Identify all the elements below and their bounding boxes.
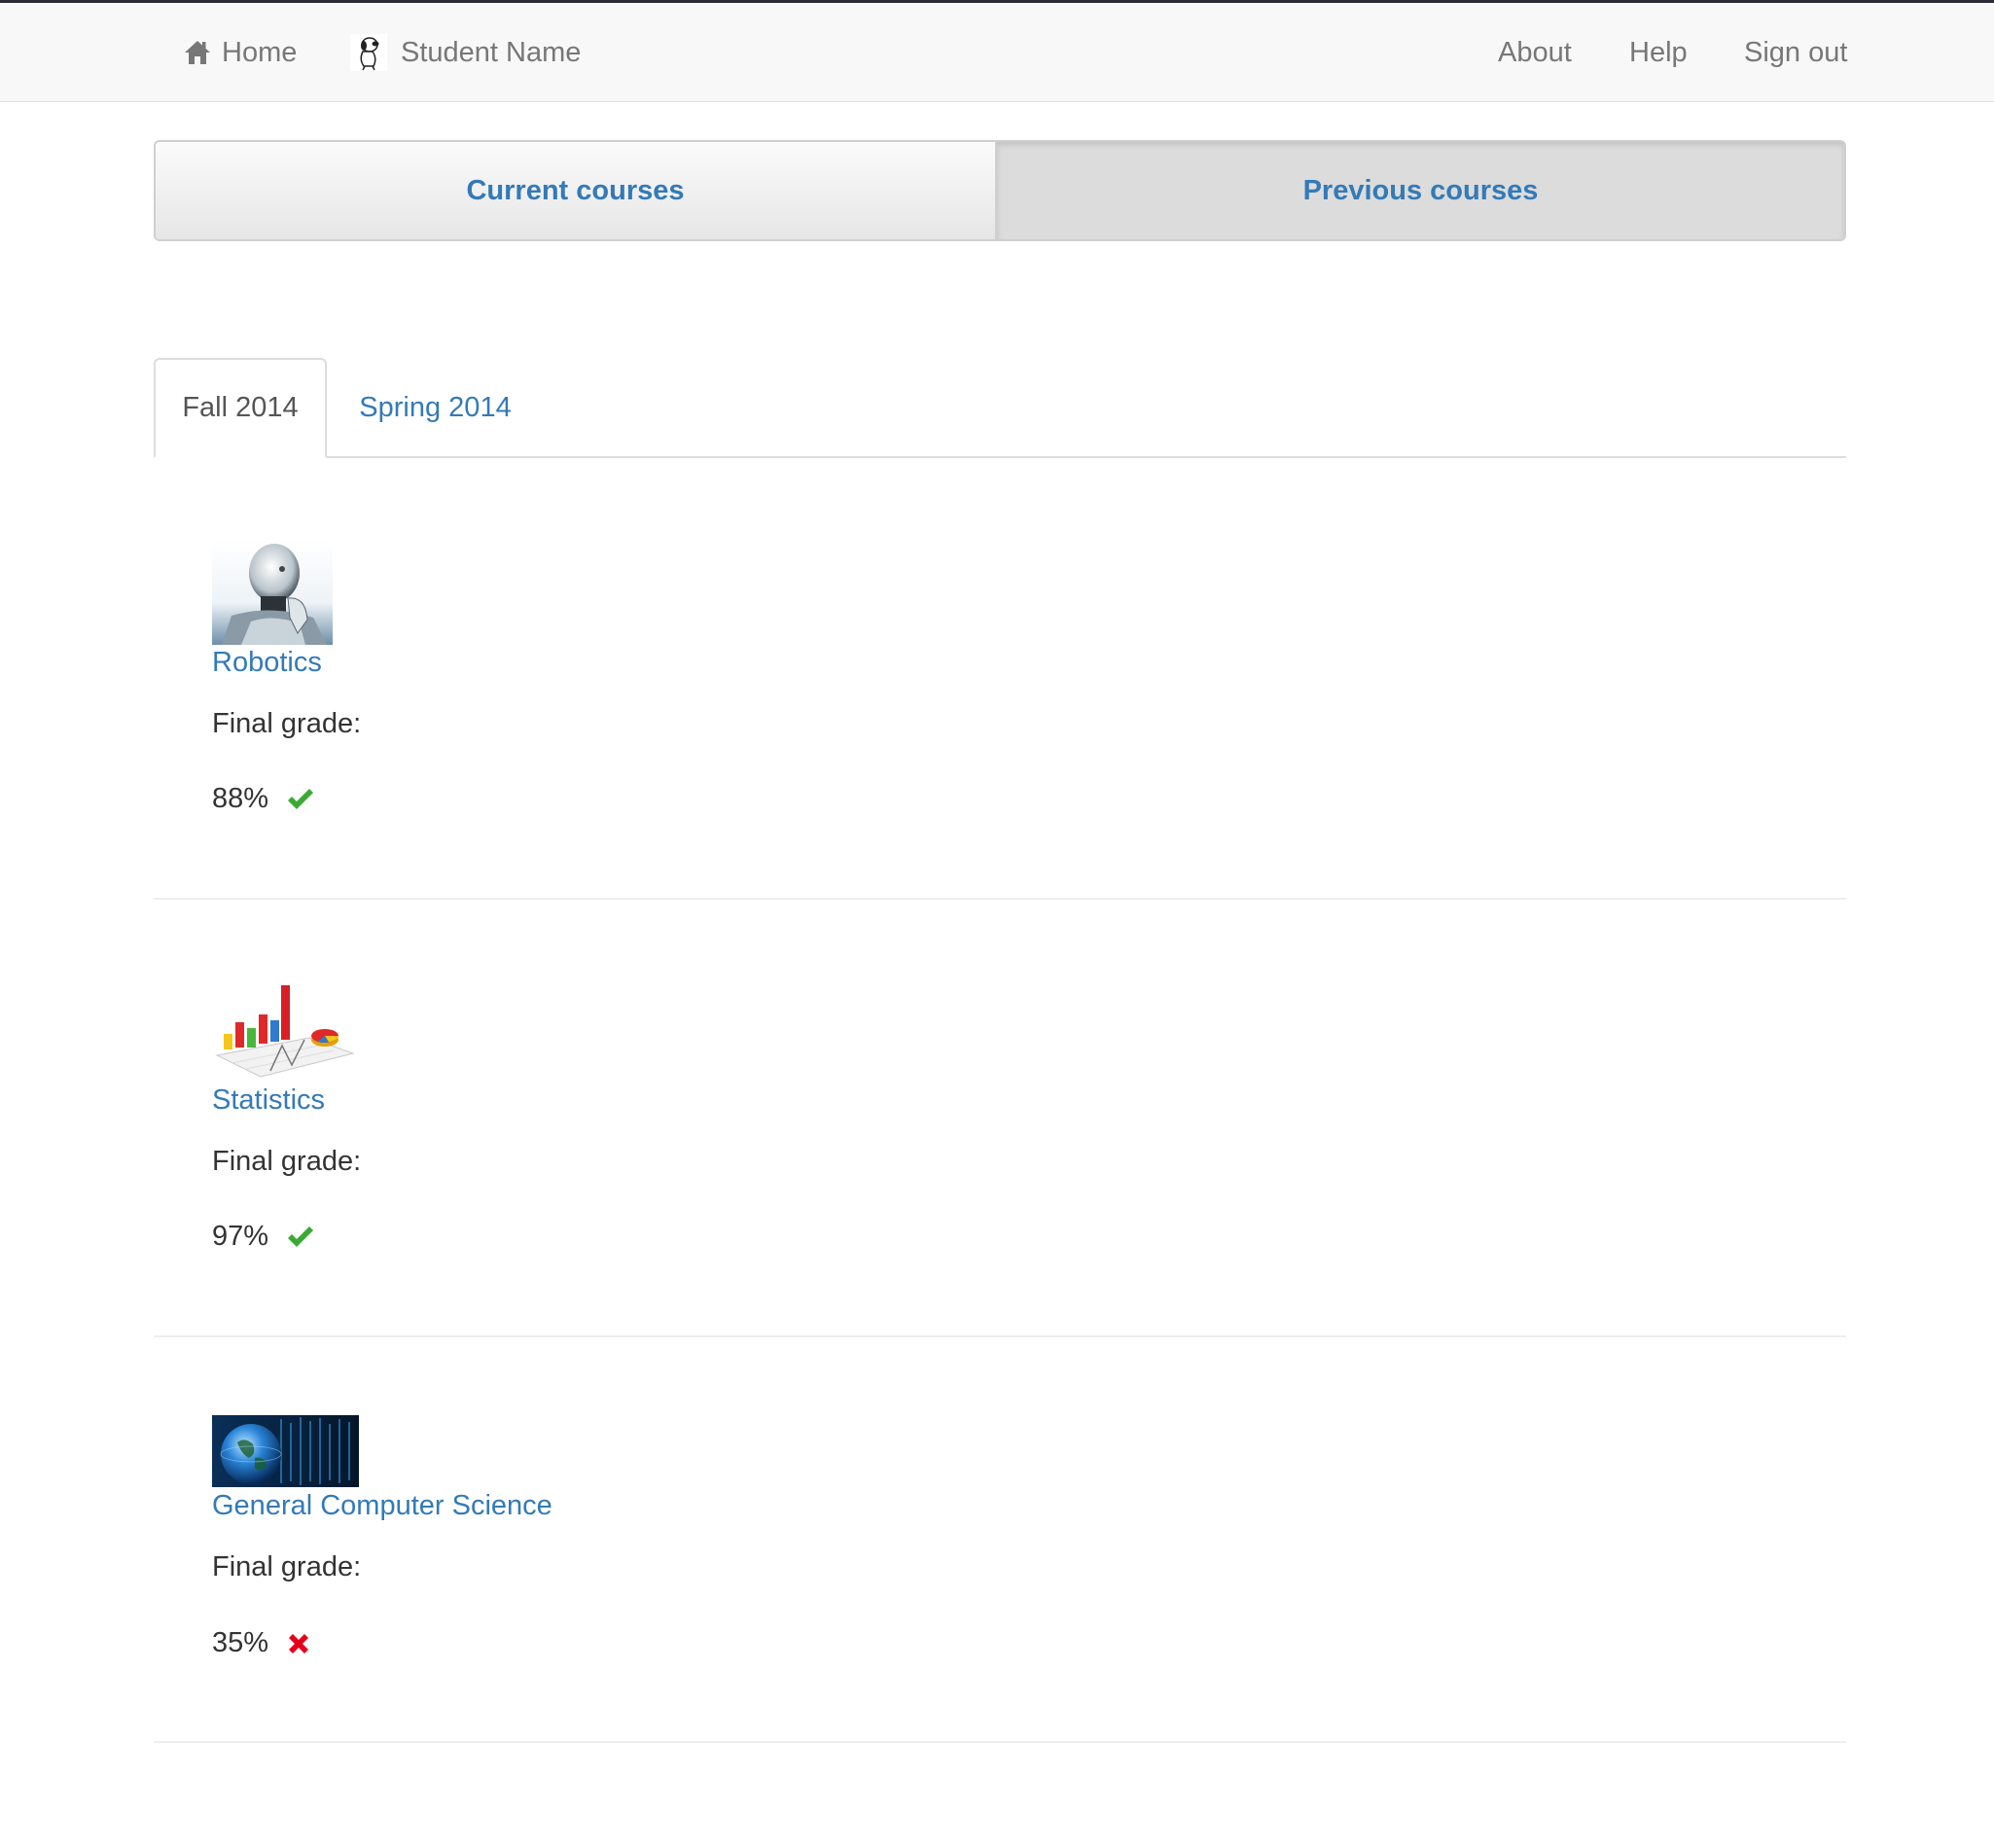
current-courses-label: Current courses bbox=[466, 174, 685, 206]
home-icon bbox=[185, 41, 210, 64]
tab-label: Spring 2014 bbox=[359, 392, 512, 423]
chart-image bbox=[212, 977, 358, 1084]
course-divider bbox=[154, 1741, 1846, 1743]
tab-spring-2014[interactable]: Spring 2014 bbox=[336, 358, 535, 458]
final-grade-label: Final grade: bbox=[212, 1146, 362, 1177]
previous-courses-button[interactable]: Previous courses bbox=[997, 142, 1844, 239]
grade-row: 35% bbox=[212, 1627, 311, 1659]
check-icon bbox=[286, 787, 315, 812]
home-label: Home bbox=[222, 36, 298, 68]
about-link[interactable]: About bbox=[1498, 3, 1572, 102]
sign-out-link[interactable]: Sign out bbox=[1744, 3, 1847, 102]
user-name: Student Name bbox=[401, 36, 582, 68]
grade-value: 88% bbox=[212, 783, 269, 814]
grade-value: 35% bbox=[212, 1627, 269, 1658]
about-label: About bbox=[1498, 36, 1572, 68]
sign-out-label: Sign out bbox=[1744, 36, 1848, 68]
user-profile-link[interactable]: Student Name bbox=[350, 3, 581, 102]
tab-label: Fall 2014 bbox=[182, 392, 299, 423]
course-title-link[interactable]: Robotics bbox=[212, 647, 322, 679]
help-link[interactable]: Help bbox=[1629, 3, 1688, 102]
course-period-toggle: Current courses Previous courses bbox=[154, 140, 1846, 241]
check-icon bbox=[286, 1225, 315, 1250]
current-courses-button[interactable]: Current courses bbox=[156, 142, 997, 239]
course-title-link[interactable]: General Computer Science bbox=[212, 1490, 552, 1522]
course-item: General Computer Science Final grade: 35… bbox=[154, 1337, 1846, 1743]
grade-value: 97% bbox=[212, 1221, 269, 1252]
grade-row: 97% bbox=[212, 1221, 315, 1253]
course-item: Statistics Final grade: 97% bbox=[154, 900, 1846, 1337]
help-label: Help bbox=[1629, 36, 1688, 68]
final-grade-label: Final grade: bbox=[212, 708, 362, 739]
previous-courses-label: Previous courses bbox=[1302, 174, 1539, 206]
tab-fall-2014[interactable]: Fall 2014 bbox=[154, 358, 327, 458]
course-title-link[interactable]: Statistics bbox=[212, 1084, 325, 1117]
cross-icon bbox=[286, 1631, 311, 1656]
top-navbar: Home Student Name About Help Sign out bbox=[0, 0, 1994, 102]
robot-image bbox=[212, 540, 333, 645]
final-grade-label: Final grade: bbox=[212, 1551, 362, 1582]
home-link[interactable]: Home bbox=[183, 3, 297, 102]
course-item: Robotics Final grade: 88% bbox=[154, 462, 1846, 900]
globe-image bbox=[212, 1415, 359, 1487]
avatar bbox=[350, 34, 387, 71]
grade-row: 88% bbox=[212, 783, 315, 815]
